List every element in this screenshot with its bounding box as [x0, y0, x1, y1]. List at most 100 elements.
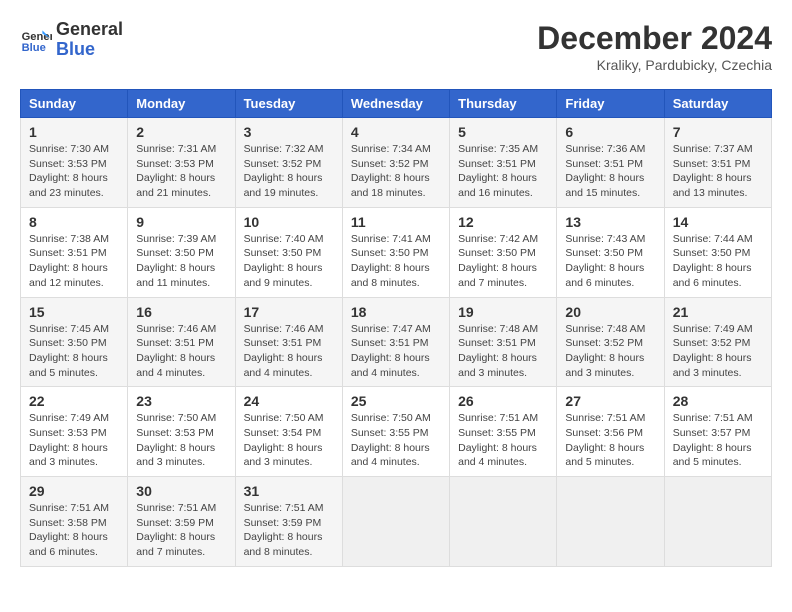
calendar-cell: 1 Sunrise: 7:30 AMSunset: 3:53 PMDaylight… — [21, 118, 128, 208]
cell-content: Sunrise: 7:39 AMSunset: 3:50 PMDaylight:… — [136, 232, 226, 291]
weekday-thursday: Thursday — [450, 90, 557, 118]
day-number: 30 — [136, 483, 226, 499]
day-number: 2 — [136, 124, 226, 140]
calendar-cell — [664, 477, 771, 567]
day-number: 17 — [244, 304, 334, 320]
week-row-5: 29 Sunrise: 7:51 AMSunset: 3:58 PMDayligh… — [21, 477, 772, 567]
day-number: 14 — [673, 214, 763, 230]
cell-content: Sunrise: 7:40 AMSunset: 3:50 PMDaylight:… — [244, 232, 334, 291]
calendar-cell: 4 Sunrise: 7:34 AMSunset: 3:52 PMDaylight… — [342, 118, 449, 208]
calendar-cell: 3 Sunrise: 7:32 AMSunset: 3:52 PMDaylight… — [235, 118, 342, 208]
logo-text: General Blue — [56, 20, 123, 60]
day-number: 6 — [565, 124, 655, 140]
cell-content: Sunrise: 7:31 AMSunset: 3:53 PMDaylight:… — [136, 142, 226, 201]
cell-content: Sunrise: 7:32 AMSunset: 3:52 PMDaylight:… — [244, 142, 334, 201]
day-number: 27 — [565, 393, 655, 409]
month-title: December 2024 — [537, 20, 772, 57]
cell-content: Sunrise: 7:36 AMSunset: 3:51 PMDaylight:… — [565, 142, 655, 201]
day-number: 13 — [565, 214, 655, 230]
cell-content: Sunrise: 7:51 AMSunset: 3:56 PMDaylight:… — [565, 411, 655, 470]
calendar-cell: 17Sunrise: 7:46 AMSunset: 3:51 PMDayligh… — [235, 297, 342, 387]
day-number: 9 — [136, 214, 226, 230]
calendar-cell: 29 Sunrise: 7:51 AMSunset: 3:58 PMDayligh… — [21, 477, 128, 567]
cell-content: Sunrise: 7:50 AMSunset: 3:55 PMDaylight:… — [351, 411, 441, 470]
cell-content: Sunrise: 7:41 AMSunset: 3:50 PMDaylight:… — [351, 232, 441, 291]
calendar-table: SundayMondayTuesdayWednesdayThursdayFrid… — [20, 89, 772, 567]
cell-content: Sunrise: 7:48 AMSunset: 3:52 PMDaylight:… — [565, 322, 655, 381]
cell-content: Sunrise: 7:51 AMSunset: 3:59 PMDaylight:… — [244, 501, 334, 560]
calendar-cell: 2 Sunrise: 7:31 AMSunset: 3:53 PMDaylight… — [128, 118, 235, 208]
day-number: 1 — [29, 124, 119, 140]
week-row-1: 1 Sunrise: 7:30 AMSunset: 3:53 PMDaylight… — [21, 118, 772, 208]
calendar-cell: 21 Sunrise: 7:49 AMSunset: 3:52 PMDayligh… — [664, 297, 771, 387]
day-number: 10 — [244, 214, 334, 230]
day-number: 3 — [244, 124, 334, 140]
calendar-cell: 25 Sunrise: 7:50 AMSunset: 3:55 PMDayligh… — [342, 387, 449, 477]
cell-content: Sunrise: 7:37 AMSunset: 3:51 PMDaylight:… — [673, 142, 763, 201]
calendar-cell: 30 Sunrise: 7:51 AMSunset: 3:59 PMDayligh… — [128, 477, 235, 567]
cell-content: Sunrise: 7:42 AMSunset: 3:50 PMDaylight:… — [458, 232, 548, 291]
weekday-header-row: SundayMondayTuesdayWednesdayThursdayFrid… — [21, 90, 772, 118]
weekday-saturday: Saturday — [664, 90, 771, 118]
calendar-cell: 7 Sunrise: 7:37 AMSunset: 3:51 PMDaylight… — [664, 118, 771, 208]
page-header: General Blue General Blue December 2024 … — [20, 20, 772, 73]
cell-content: Sunrise: 7:35 AMSunset: 3:51 PMDaylight:… — [458, 142, 548, 201]
cell-content: Sunrise: 7:44 AMSunset: 3:50 PMDaylight:… — [673, 232, 763, 291]
day-number: 24 — [244, 393, 334, 409]
cell-content: Sunrise: 7:34 AMSunset: 3:52 PMDaylight:… — [351, 142, 441, 201]
calendar-cell: 12 Sunrise: 7:42 AMSunset: 3:50 PMDayligh… — [450, 207, 557, 297]
day-number: 11 — [351, 214, 441, 230]
day-number: 7 — [673, 124, 763, 140]
day-number: 25 — [351, 393, 441, 409]
day-number: 5 — [458, 124, 548, 140]
cell-content: Sunrise: 7:51 AMSunset: 3:57 PMDaylight:… — [673, 411, 763, 470]
calendar-cell: 14 Sunrise: 7:44 AMSunset: 3:50 PMDayligh… — [664, 207, 771, 297]
cell-content: Sunrise: 7:46 AMSunset: 3:51 PMDaylight:… — [136, 322, 226, 381]
weekday-wednesday: Wednesday — [342, 90, 449, 118]
day-number: 29 — [29, 483, 119, 499]
cell-content: Sunrise: 7:49 AMSunset: 3:53 PMDaylight:… — [29, 411, 119, 470]
calendar-cell: 10 Sunrise: 7:40 AMSunset: 3:50 PMDayligh… — [235, 207, 342, 297]
day-number: 15 — [29, 304, 119, 320]
calendar-cell — [342, 477, 449, 567]
calendar-cell: 19 Sunrise: 7:48 AMSunset: 3:51 PMDayligh… — [450, 297, 557, 387]
cell-content: Sunrise: 7:51 AMSunset: 3:59 PMDaylight:… — [136, 501, 226, 560]
calendar-cell: 20Sunrise: 7:48 AMSunset: 3:52 PMDayligh… — [557, 297, 664, 387]
calendar-cell — [450, 477, 557, 567]
weekday-sunday: Sunday — [21, 90, 128, 118]
svg-text:General: General — [22, 31, 52, 43]
cell-content: Sunrise: 7:51 AMSunset: 3:55 PMDaylight:… — [458, 411, 548, 470]
cell-content: Sunrise: 7:50 AMSunset: 3:54 PMDaylight:… — [244, 411, 334, 470]
title-block: December 2024 Kraliky, Pardubicky, Czech… — [537, 20, 772, 73]
weekday-monday: Monday — [128, 90, 235, 118]
cell-content: Sunrise: 7:48 AMSunset: 3:51 PMDaylight:… — [458, 322, 548, 381]
day-number: 31 — [244, 483, 334, 499]
cell-content: Sunrise: 7:45 AMSunset: 3:50 PMDaylight:… — [29, 322, 119, 381]
weekday-tuesday: Tuesday — [235, 90, 342, 118]
day-number: 23 — [136, 393, 226, 409]
calendar-cell: 27 Sunrise: 7:51 AMSunset: 3:56 PMDayligh… — [557, 387, 664, 477]
week-row-3: 15 Sunrise: 7:45 AMSunset: 3:50 PMDayligh… — [21, 297, 772, 387]
day-number: 4 — [351, 124, 441, 140]
cell-content: Sunrise: 7:30 AMSunset: 3:53 PMDaylight:… — [29, 142, 119, 201]
logo-icon: General Blue — [20, 24, 52, 56]
calendar-cell: 18Sunrise: 7:47 AMSunset: 3:51 PMDayligh… — [342, 297, 449, 387]
calendar-cell: 26Sunrise: 7:51 AMSunset: 3:55 PMDayligh… — [450, 387, 557, 477]
location: Kraliky, Pardubicky, Czechia — [537, 57, 772, 73]
calendar-cell: 22 Sunrise: 7:49 AMSunset: 3:53 PMDayligh… — [21, 387, 128, 477]
cell-content: Sunrise: 7:49 AMSunset: 3:52 PMDaylight:… — [673, 322, 763, 381]
day-number: 16 — [136, 304, 226, 320]
cell-content: Sunrise: 7:43 AMSunset: 3:50 PMDaylight:… — [565, 232, 655, 291]
day-number: 21 — [673, 304, 763, 320]
day-number: 22 — [29, 393, 119, 409]
day-number: 19 — [458, 304, 548, 320]
logo: General Blue General Blue — [20, 20, 123, 60]
day-number: 8 — [29, 214, 119, 230]
cell-content: Sunrise: 7:38 AMSunset: 3:51 PMDaylight:… — [29, 232, 119, 291]
cell-content: Sunrise: 7:51 AMSunset: 3:58 PMDaylight:… — [29, 501, 119, 560]
calendar-cell: 24 Sunrise: 7:50 AMSunset: 3:54 PMDayligh… — [235, 387, 342, 477]
calendar-cell: 8 Sunrise: 7:38 AMSunset: 3:51 PMDaylight… — [21, 207, 128, 297]
day-number: 12 — [458, 214, 548, 230]
day-number: 28 — [673, 393, 763, 409]
cell-content: Sunrise: 7:50 AMSunset: 3:53 PMDaylight:… — [136, 411, 226, 470]
